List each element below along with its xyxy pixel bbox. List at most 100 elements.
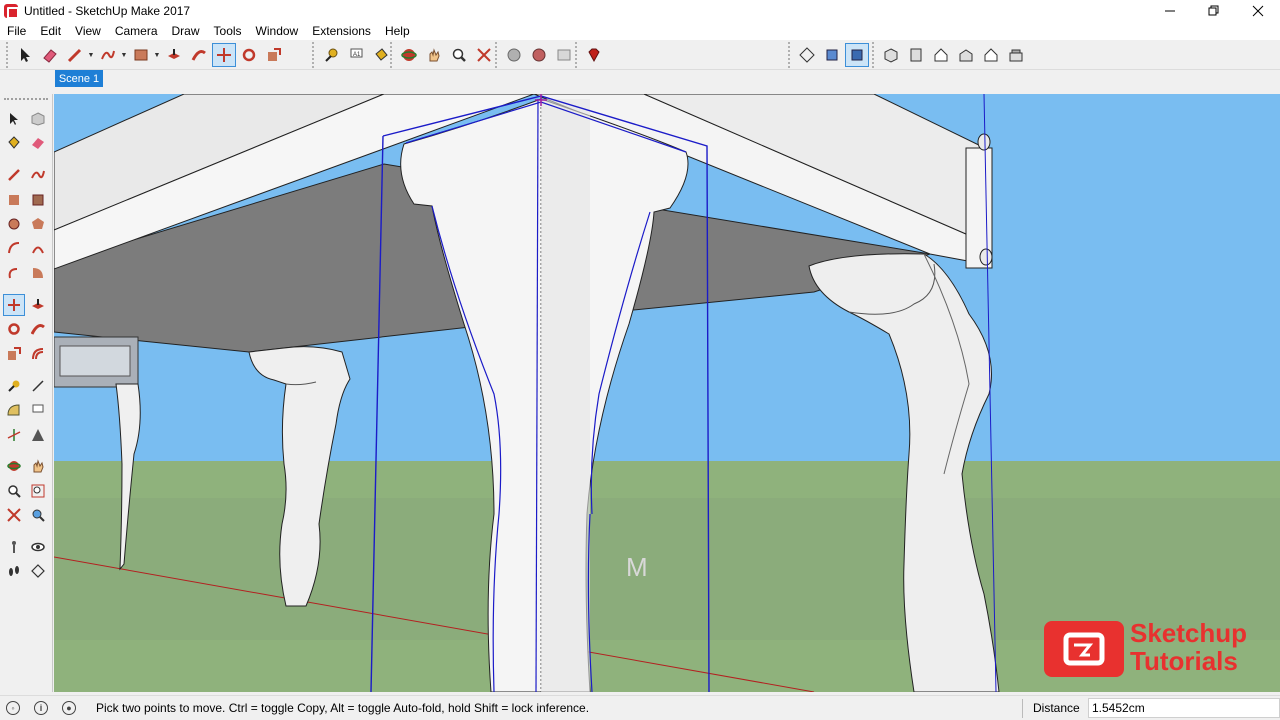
- text-icon[interactable]: A1: [344, 43, 368, 67]
- toolbar-group-construction: A1: [312, 42, 393, 68]
- follow-me-tool-icon[interactable]: [27, 318, 49, 340]
- menu-tools[interactable]: Tools: [207, 22, 249, 40]
- toolbar-grip[interactable]: [4, 98, 48, 100]
- toolbar-group-warehouse: [495, 42, 576, 68]
- minimize-button[interactable]: [1147, 0, 1192, 22]
- section-plane-icon[interactable]: [795, 43, 819, 67]
- rectangle-tool-icon[interactable]: [3, 189, 25, 211]
- rectangle-icon[interactable]: [129, 43, 153, 67]
- pan-tool-icon[interactable]: [27, 455, 49, 477]
- front-view-icon[interactable]: [929, 43, 953, 67]
- paint-bucket-icon[interactable]: [369, 43, 393, 67]
- dimension-tool-icon[interactable]: [27, 375, 49, 397]
- freehand-tool-icon[interactable]: [27, 164, 49, 186]
- 3d-text-tool-icon[interactable]: [27, 424, 49, 446]
- geo-location-icon[interactable]: ◦: [6, 701, 20, 715]
- zoom-extents-icon[interactable]: [472, 43, 496, 67]
- ruby-icon[interactable]: [582, 43, 606, 67]
- menu-file[interactable]: File: [0, 22, 33, 40]
- 3d-warehouse-icon[interactable]: [502, 43, 526, 67]
- left-view-icon[interactable]: [1004, 43, 1028, 67]
- measurements-label: Distance: [1033, 701, 1080, 715]
- back-view-icon[interactable]: [979, 43, 1003, 67]
- display-section-planes-icon[interactable]: [820, 43, 844, 67]
- menu-extensions[interactable]: Extensions: [305, 22, 378, 40]
- previous-view-tool-icon[interactable]: [27, 504, 49, 526]
- paint-bucket-tool-icon[interactable]: [3, 132, 25, 154]
- offset-tool-icon[interactable]: [27, 343, 49, 365]
- look-around-tool-icon[interactable]: [27, 536, 49, 558]
- follow-me-icon[interactable]: [187, 43, 211, 67]
- menu-camera[interactable]: Camera: [108, 22, 165, 40]
- position-camera-tool-icon[interactable]: [3, 536, 25, 558]
- menu-view[interactable]: View: [68, 22, 108, 40]
- tape-measure-icon[interactable]: [319, 43, 343, 67]
- model-viewport[interactable]: M Sketchup Tutorials: [54, 94, 1280, 692]
- status-bar: ◦ i ● Pick two points to move. Ctrl = to…: [0, 695, 1280, 720]
- line-tool-icon[interactable]: [3, 164, 25, 186]
- text-tool-icon[interactable]: [27, 399, 49, 421]
- menu-help[interactable]: Help: [378, 22, 417, 40]
- zoom-window-tool-icon[interactable]: [27, 480, 49, 502]
- main-toolbar: ▼ ▼ ▼ A1: [0, 40, 1280, 70]
- layout-icon[interactable]: [552, 43, 576, 67]
- zoom-tool-icon[interactable]: [3, 480, 25, 502]
- orbit-tool-icon[interactable]: [3, 455, 25, 477]
- select-icon[interactable]: [13, 43, 37, 67]
- toolbar-group-views: [872, 42, 1028, 68]
- orbit-icon[interactable]: [397, 43, 421, 67]
- scale-icon[interactable]: [262, 43, 286, 67]
- section-plane-tool-icon[interactable]: [27, 560, 49, 582]
- push-pull-tool-icon[interactable]: [27, 294, 49, 316]
- pencil-dropdown[interactable]: ▼: [87, 43, 95, 67]
- menu-edit[interactable]: Edit: [33, 22, 68, 40]
- iso-view-icon[interactable]: [879, 43, 903, 67]
- walk-tool-icon[interactable]: [3, 560, 25, 582]
- rotated-rectangle-tool-icon[interactable]: [27, 189, 49, 211]
- scale-tool-icon[interactable]: [3, 343, 25, 365]
- extension-warehouse-icon[interactable]: [527, 43, 551, 67]
- top-view-icon[interactable]: [904, 43, 928, 67]
- close-button[interactable]: [1235, 0, 1280, 22]
- menu-window[interactable]: Window: [249, 22, 306, 40]
- freehand-icon[interactable]: [96, 43, 120, 67]
- circle-tool-icon[interactable]: [3, 213, 25, 235]
- three-point-arc-tool-icon[interactable]: [3, 262, 25, 284]
- shapes-dropdown[interactable]: ▼: [120, 43, 128, 67]
- tab-scene-1[interactable]: Scene 1: [55, 70, 103, 87]
- menu-bar: File Edit View Camera Draw Tools Window …: [0, 22, 1280, 40]
- make-component-icon[interactable]: [27, 108, 49, 130]
- rotate-icon[interactable]: [237, 43, 261, 67]
- measurements-box[interactable]: [1088, 698, 1280, 718]
- credits-icon[interactable]: i: [34, 701, 48, 715]
- eraser-tool-icon[interactable]: [27, 132, 49, 154]
- select-tool-icon[interactable]: [3, 108, 25, 130]
- arc-tool-icon[interactable]: [3, 237, 25, 259]
- rotate-tool-icon[interactable]: [3, 318, 25, 340]
- rectangle-dropdown[interactable]: ▼: [153, 43, 161, 67]
- push-pull-icon[interactable]: [162, 43, 186, 67]
- pencil-icon[interactable]: [63, 43, 87, 67]
- sketchup-tutorials-watermark: Sketchup Tutorials: [1044, 619, 1269, 681]
- toolbar-group-sections: [788, 42, 869, 68]
- menu-draw[interactable]: Draw: [165, 22, 207, 40]
- move-tool-icon[interactable]: [3, 294, 25, 316]
- pie-tool-icon[interactable]: [27, 262, 49, 284]
- axes-tool-icon[interactable]: [3, 424, 25, 446]
- large-tool-set: [0, 94, 53, 692]
- display-section-cuts-icon[interactable]: [844, 43, 869, 67]
- pan-icon[interactable]: [422, 43, 446, 67]
- scene-tabs-bar: Scene 1: [0, 70, 1280, 94]
- zoom-extents-tool-icon[interactable]: [3, 504, 25, 526]
- restore-button[interactable]: [1191, 0, 1236, 22]
- two-point-arc-tool-icon[interactable]: [27, 237, 49, 259]
- brand-text: Sketchup Tutorials: [1130, 619, 1247, 675]
- right-view-icon[interactable]: [954, 43, 978, 67]
- zoom-icon[interactable]: [447, 43, 471, 67]
- user-icon[interactable]: ●: [62, 701, 76, 715]
- protractor-tool-icon[interactable]: [3, 399, 25, 421]
- tape-measure-tool-icon[interactable]: [3, 375, 25, 397]
- eraser-icon[interactable]: [38, 43, 62, 67]
- polygon-tool-icon[interactable]: [27, 213, 49, 235]
- move-icon[interactable]: [211, 43, 236, 67]
